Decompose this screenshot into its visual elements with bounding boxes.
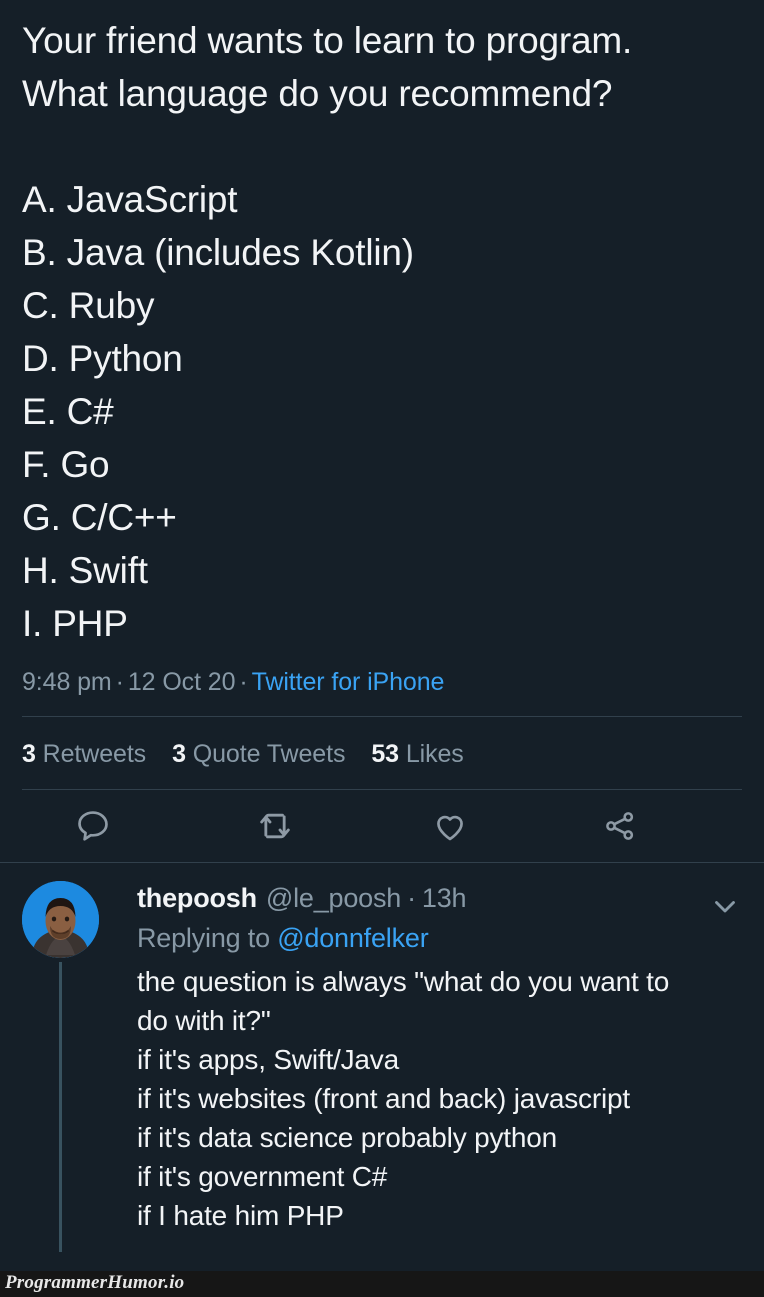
avatar[interactable] [22,881,99,958]
share-button[interactable] [572,808,743,844]
tweet-body-text: Your friend wants to learn to program. W… [22,0,742,173]
poll-option-a: A. JavaScript [22,179,238,220]
poll-options-list: A. JavaScript B. Java (includes Kotlin) … [22,173,742,650]
tweet-action-bar [0,790,764,862]
poll-option-i: I. PHP [22,603,128,644]
reply-content: thepoosh @le_poosh · 13h Replying to @do… [118,881,742,1235]
reply-line-3: if it's apps, Swift/Java [137,1044,399,1075]
poll-option-e: E. C# [22,391,114,432]
replying-to-mention[interactable]: @donnfelker [277,923,428,953]
like-icon [431,807,469,845]
reply-line-4: if it's websites (front and back) javasc… [137,1083,630,1114]
chevron-down-icon[interactable] [708,889,742,928]
stat-retweets-label: Retweets [42,740,147,768]
reply-button[interactable] [22,807,215,845]
tweet-date: 12 Oct 20 [127,668,236,696]
user-avatar-image [22,881,99,958]
reply-display-name[interactable]: thepoosh [137,881,257,915]
tweet-source-link[interactable]: Twitter for iPhone [252,668,445,696]
poll-option-h: H. Swift [22,550,148,591]
reply-line-5: if it's data science probably python [137,1122,557,1153]
stat-likes-label: Likes [405,740,464,768]
reply-handle[interactable]: @le_poosh [266,881,401,915]
retweet-button[interactable] [215,806,396,846]
reply-line-2: do with it?" [137,1005,271,1036]
stat-quote-tweets-label: Quote Tweets [192,740,346,768]
thread-connector-line [59,962,62,1252]
stat-quote-tweets[interactable]: 3 Quote Tweets [172,740,345,768]
reply-body-text: the question is always "what do you want… [137,962,742,1235]
stat-likes[interactable]: 53 Likes [371,740,463,768]
retweet-icon [255,806,295,846]
tweet-stats-row: 3 Retweets 3 Quote Tweets 53 Likes [0,717,764,789]
meta-separator-1: · [115,668,124,696]
tweet-text-line-1: Your friend wants to learn to program. [22,20,633,61]
replying-to-label: Replying to [137,923,270,953]
stat-likes-count: 53 [371,740,399,768]
stat-retweets-count: 3 [22,740,36,768]
watermark-label: ProgrammerHumor.io [5,1272,185,1293]
like-button[interactable] [395,807,572,845]
replying-to-row: Replying to @donnfelker [137,918,742,958]
tweet-text-spacer [22,120,742,173]
reply-icon [74,807,112,845]
reply-avatar-column [22,881,118,1252]
tweet-screenshot: Your friend wants to learn to program. W… [0,0,764,1297]
reply-tweet: thepoosh @le_poosh · 13h Replying to @do… [0,863,764,1252]
reply-author-row: thepoosh @le_poosh · 13h [137,881,742,915]
reply-separator-dot: · [407,883,416,913]
stat-retweets[interactable]: 3 Retweets [22,740,146,768]
reply-line-7: if I hate him PHP [137,1200,344,1231]
main-tweet: Your friend wants to learn to program. W… [0,0,764,698]
poll-option-b: B. Java (includes Kotlin) [22,232,414,273]
tweet-text-line-2: What language do you recommend? [22,73,613,114]
stat-quote-tweets-count: 3 [172,740,186,768]
reply-line-1: the question is always "what do you want… [137,966,670,997]
poll-option-g: G. C/C++ [22,497,177,538]
poll-option-c: C. Ruby [22,285,155,326]
meta-separator-2: · [239,668,248,696]
reply-line-6: if it's government C# [137,1161,388,1192]
share-icon [602,808,638,844]
reply-timestamp[interactable]: 13h [422,881,467,915]
tweet-metadata: 9:48 pm · 12 Oct 20 · Twitter for iPhone [22,666,742,698]
tweet-time: 9:48 pm [22,668,112,696]
poll-option-d: D. Python [22,338,183,379]
poll-option-f: F. Go [22,444,110,485]
